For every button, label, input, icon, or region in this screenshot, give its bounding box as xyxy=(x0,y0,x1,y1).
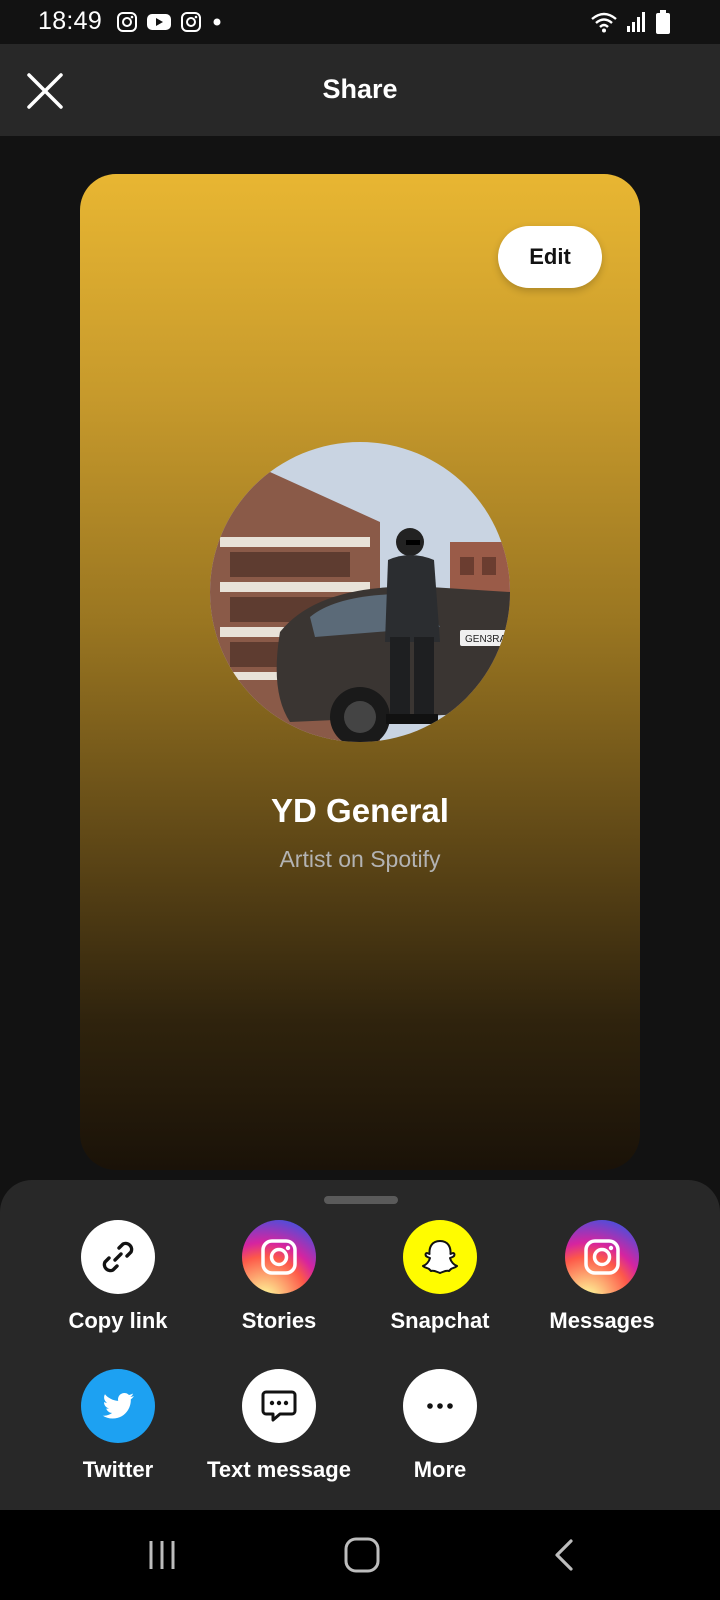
signal-icon xyxy=(627,12,645,32)
instagram-icon xyxy=(117,12,137,32)
snapchat-button[interactable]: Snapchat xyxy=(360,1220,520,1348)
status-time: 18:49 xyxy=(38,7,103,35)
message-icon xyxy=(261,1390,297,1422)
link-icon xyxy=(102,1241,134,1273)
copy-link-button[interactable]: Copy link xyxy=(38,1220,198,1348)
more-icon xyxy=(427,1403,453,1409)
stories-button[interactable]: Stories xyxy=(199,1220,359,1348)
home-button[interactable] xyxy=(332,1530,392,1580)
home-icon xyxy=(344,1537,380,1573)
text-message-button[interactable]: Text message xyxy=(199,1369,359,1497)
instagram-icon xyxy=(584,1239,620,1275)
battery-icon xyxy=(656,10,670,34)
artist-photo: GEN3RA xyxy=(210,442,510,742)
wifi-icon xyxy=(591,12,617,33)
youtube-icon xyxy=(147,14,171,30)
more-label: More xyxy=(413,1457,467,1482)
back-button[interactable] xyxy=(534,1530,594,1580)
twitter-label: Twitter xyxy=(82,1457,154,1482)
share-card-preview: Edit GEN3RA YD General Artist on Spotify xyxy=(80,174,640,1170)
share-sheet: Copy link Stories Snapchat Messages Twit… xyxy=(0,1180,720,1510)
snapchat-icon xyxy=(422,1240,458,1274)
artist-name: YD General xyxy=(271,792,449,829)
copy-link-label: Copy link xyxy=(68,1308,168,1333)
more-button[interactable]: More xyxy=(360,1369,520,1497)
twitter-button[interactable]: Twitter xyxy=(38,1369,198,1497)
system-nav-bar xyxy=(0,1510,720,1600)
page-title: Share xyxy=(322,74,398,104)
status-bar: 18:49 xyxy=(0,0,720,44)
artist-avatar: GEN3RA xyxy=(210,442,510,742)
stories-label: Stories xyxy=(241,1308,317,1333)
recent-apps-button[interactable] xyxy=(132,1530,192,1580)
artist-subtitle: Artist on Spotify xyxy=(279,846,441,872)
svg-text:GEN3RA: GEN3RA xyxy=(465,634,506,645)
app-header: Share xyxy=(0,44,720,136)
messages-button[interactable]: Messages xyxy=(522,1220,682,1348)
notification-dot-icon xyxy=(213,18,221,26)
recent-apps-icon xyxy=(149,1541,175,1569)
instagram-icon xyxy=(261,1239,297,1275)
twitter-icon xyxy=(102,1393,134,1419)
instagram-icon xyxy=(181,12,201,32)
snapchat-label: Snapchat xyxy=(390,1308,490,1333)
text-message-label: Text message xyxy=(207,1457,351,1482)
back-icon xyxy=(555,1539,573,1571)
sheet-drag-handle[interactable] xyxy=(324,1196,398,1204)
status-notification-icons xyxy=(116,10,224,34)
edit-button[interactable]: Edit xyxy=(498,226,602,288)
status-system-icons xyxy=(590,10,670,34)
messages-label: Messages xyxy=(549,1308,655,1333)
